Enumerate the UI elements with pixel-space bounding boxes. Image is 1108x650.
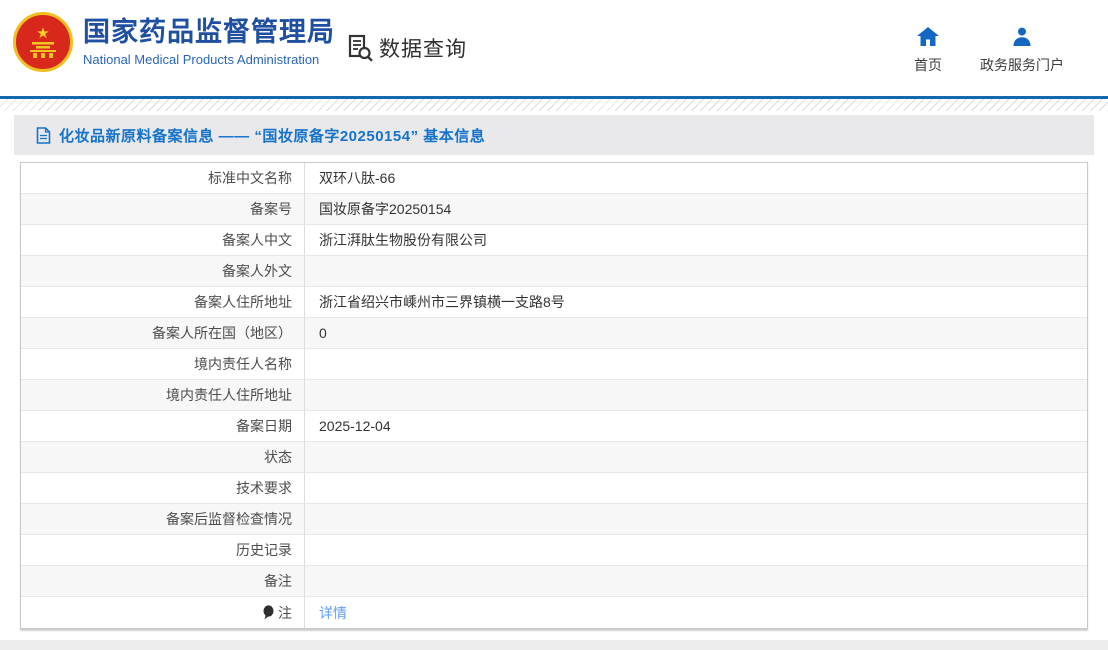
footer-strip [0, 640, 1108, 650]
row-label: 境内责任人住所地址 [21, 380, 305, 410]
table-row: 备案号 国妆原备字20250154 [21, 194, 1087, 225]
row-label: 备案人外文 [21, 256, 305, 286]
table-row: 备案后监督检查情况 [21, 504, 1087, 535]
table-row: 境内责任人名称 [21, 349, 1087, 380]
row-value: 双环八肽-66 [319, 170, 396, 186]
tiananmen-gate-icon [30, 42, 56, 58]
data-query-tab[interactable]: 数据查询 [345, 33, 467, 63]
document-icon [36, 126, 51, 144]
row-label: 备案号 [21, 194, 305, 224]
table-row: 备案人中文 浙江湃肽生物股份有限公司 [21, 225, 1087, 256]
table-row: 备注 [21, 566, 1087, 597]
row-label: 状态 [21, 442, 305, 472]
table-row: 标准中文名称 双环八肽-66 [21, 163, 1087, 194]
nav-portal[interactable]: 政务服务门户 [980, 27, 1064, 75]
table-row: 技术要求 [21, 473, 1087, 504]
table-row: 备案人住所地址 浙江省绍兴市嵊州市三界镇横一支路8号 [21, 287, 1087, 318]
table-row: 境内责任人住所地址 [21, 380, 1087, 411]
row-value: 详情 [305, 603, 1087, 623]
row-label: 备案后监督检查情况 [21, 504, 305, 534]
org-name-en: National Medical Products Administration [83, 51, 320, 67]
details-link[interactable]: 详情 [319, 605, 347, 621]
row-label-text: 注 [278, 604, 292, 621]
row-label: 备案人住所地址 [21, 287, 305, 317]
user-icon [1013, 27, 1031, 46]
row-label: 技术要求 [21, 473, 305, 503]
header: ★ 国家药品监督管理局 National Medical Products Ad… [0, 0, 1108, 96]
row-label: 历史记录 [21, 535, 305, 565]
page: ★ 国家药品监督管理局 National Medical Products Ad… [0, 0, 1108, 650]
row-value: 0 [319, 325, 327, 341]
row-label: 备注 [21, 566, 305, 596]
table-row: 历史记录 [21, 535, 1087, 566]
national-emblem-icon: ★ [13, 12, 73, 72]
row-label: 备案人所在国（地区） [21, 318, 305, 348]
star-icon: ★ [36, 25, 50, 42]
header-nav: 首页 政务服务门户 [914, 27, 1064, 75]
document-search-icon [348, 34, 373, 62]
table-row: 备案日期 2025-12-04 [21, 411, 1087, 442]
table-row: 状态 [21, 442, 1087, 473]
nav-home-label: 首页 [914, 57, 942, 73]
data-query-label: 数据查询 [379, 38, 467, 61]
org-name-zh: 国家药品监督管理局 [83, 17, 335, 48]
row-value: 浙江湃肽生物股份有限公司 [319, 232, 487, 248]
row-label: 备案人中文 [21, 225, 305, 255]
row-value: 2025-12-04 [319, 418, 391, 434]
table-row: 备案人外文 [21, 256, 1087, 287]
nav-home[interactable]: 首页 [914, 27, 942, 75]
nmpa-logo[interactable]: ★ 国家药品监督管理局 National Medical Products Ad… [13, 12, 335, 72]
row-label: 注 [21, 597, 305, 628]
row-label: 境内责任人名称 [21, 349, 305, 379]
logo-text: 国家药品监督管理局 National Medical Products Admi… [83, 17, 335, 66]
home-icon [917, 27, 939, 46]
filing-info-table: 标准中文名称 双环八肽-66 备案号 国妆原备字20250154 备案人中文 浙… [20, 162, 1088, 629]
note-icon [263, 605, 274, 620]
stripe-band [0, 99, 1108, 111]
row-value: 浙江省绍兴市嵊州市三界镇横一支路8号 [319, 294, 565, 310]
table-row: 备案人所在国（地区） 0 [21, 318, 1087, 349]
row-value: 国妆原备字20250154 [319, 201, 452, 217]
nav-portal-label: 政务服务门户 [980, 57, 1064, 73]
row-label: 标准中文名称 [21, 163, 305, 193]
page-title-bar: 化妆品新原料备案信息 —— “国妆原备字20250154” 基本信息 [14, 115, 1094, 155]
page-title: 化妆品新原料备案信息 —— “国妆原备字20250154” 基本信息 [59, 127, 486, 145]
row-label: 备案日期 [21, 411, 305, 441]
table-row: 注 详情 [21, 597, 1087, 628]
